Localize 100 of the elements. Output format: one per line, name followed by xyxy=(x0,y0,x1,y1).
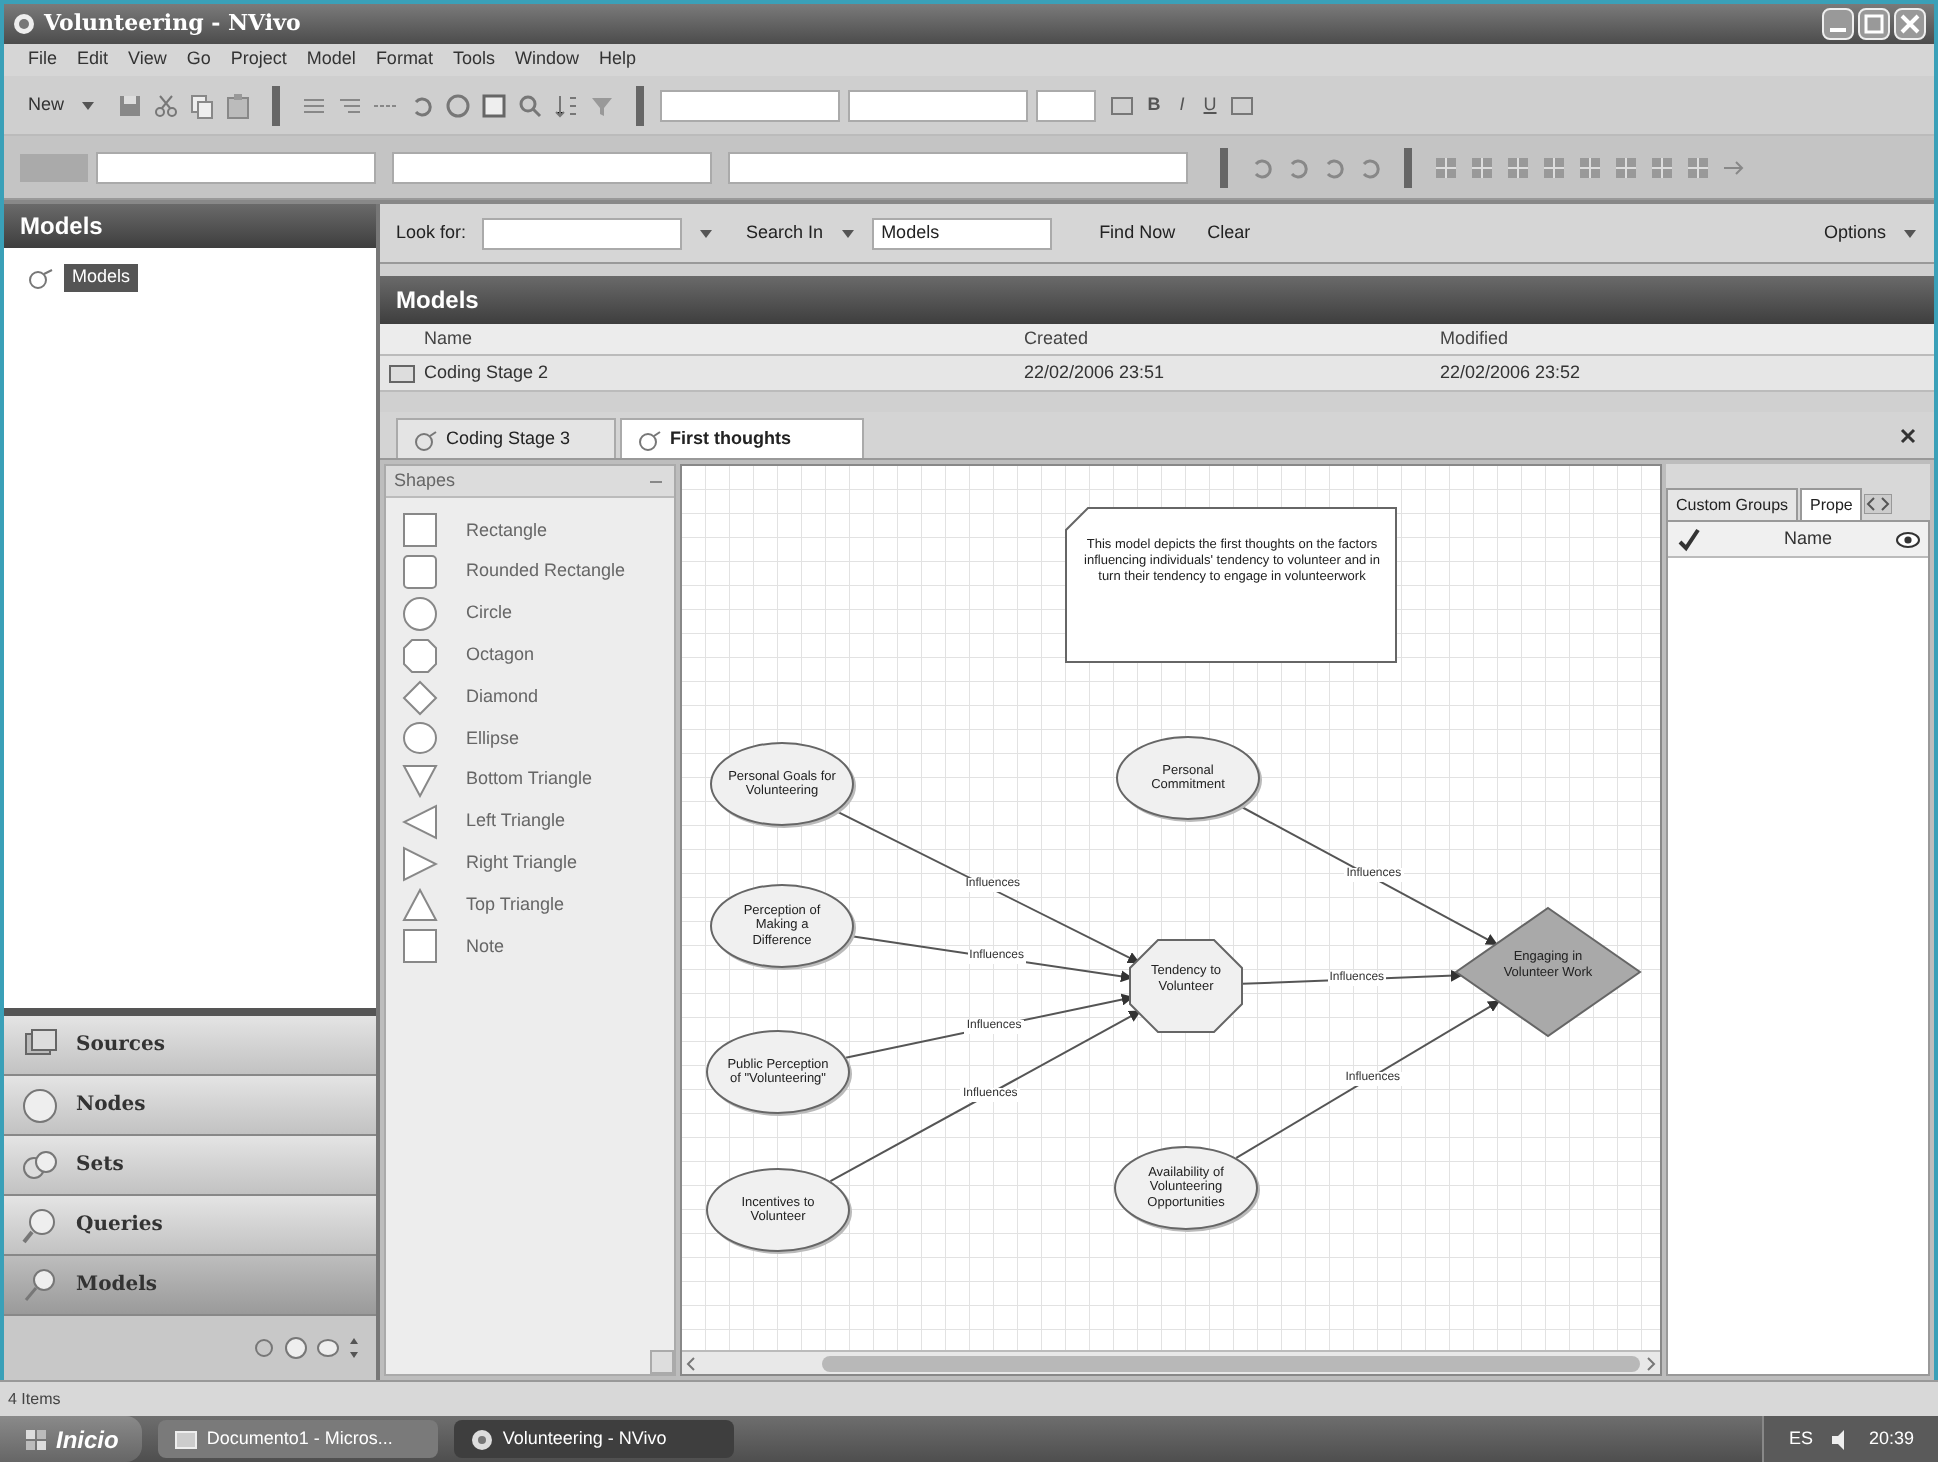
options-button[interactable]: Options xyxy=(1823,219,1886,247)
nav-button[interactable]: Models xyxy=(4,1256,376,1316)
overflow-icon[interactable] xyxy=(348,1336,360,1360)
maximize-button[interactable] xyxy=(1858,8,1890,40)
circle-icon[interactable] xyxy=(444,91,473,119)
triangle-icon[interactable] xyxy=(402,803,438,840)
grid-icon[interactable] xyxy=(1576,153,1604,181)
border-icon[interactable] xyxy=(1108,91,1137,119)
size-field[interactable] xyxy=(1036,89,1097,121)
shape-item[interactable]: Top Triangle xyxy=(466,891,565,919)
language-indicator[interactable]: ES xyxy=(1788,1425,1813,1453)
minimize-button[interactable] xyxy=(1822,8,1854,40)
dropdown-icon[interactable] xyxy=(1902,225,1918,241)
horizontal-scrollbar[interactable] xyxy=(682,1350,1660,1374)
tab-scroll-icon[interactable] xyxy=(1864,494,1893,514)
close-icon[interactable] xyxy=(1898,426,1918,446)
shape-item[interactable]: Left Triangle xyxy=(466,808,566,836)
eye-icon[interactable] xyxy=(1896,531,1920,547)
start-button[interactable]: Inicio xyxy=(0,1416,143,1462)
column-header[interactable]: Modified xyxy=(1440,325,1934,353)
nav-button[interactable]: Queries xyxy=(4,1196,376,1256)
new-button[interactable]: New xyxy=(20,91,73,119)
nav-button[interactable]: Nodes xyxy=(4,1076,376,1136)
square-icon[interactable] xyxy=(402,512,438,549)
tab[interactable]: First thoughts xyxy=(620,418,864,458)
find-now-button[interactable]: Find Now xyxy=(1099,219,1176,247)
menu-item[interactable]: Window xyxy=(514,46,579,74)
input-field[interactable] xyxy=(96,151,376,183)
style-field[interactable] xyxy=(20,153,88,181)
menu-item[interactable]: View xyxy=(128,46,167,74)
column-header[interactable]: Name xyxy=(424,325,1024,353)
note-icon[interactable] xyxy=(402,928,438,965)
font-field[interactable] xyxy=(660,89,841,121)
circle-icon[interactable] xyxy=(284,1336,308,1360)
shape-item[interactable]: Bottom Triangle xyxy=(466,766,593,794)
rounded-square-icon[interactable] xyxy=(402,554,438,591)
cut-icon[interactable] xyxy=(152,91,181,119)
search-in-button[interactable]: Search In xyxy=(746,219,824,247)
scrollbar-thumb[interactable] xyxy=(822,1355,1640,1371)
font-size-field[interactable] xyxy=(848,89,1029,121)
triangle-icon[interactable] xyxy=(402,887,438,924)
octagon-icon[interactable] xyxy=(402,637,438,674)
paste-icon[interactable] xyxy=(224,91,253,119)
grid-icon[interactable] xyxy=(1612,153,1640,181)
column-header[interactable]: Created xyxy=(1024,325,1440,353)
tree-item[interactable]: Models xyxy=(64,264,139,291)
shape-item[interactable]: Ellipse xyxy=(466,725,520,753)
grid-icon[interactable] xyxy=(1684,153,1712,181)
format-button[interactable]: B xyxy=(1140,91,1169,119)
menu-item[interactable]: Format xyxy=(375,46,433,74)
checkmark-icon[interactable] xyxy=(1676,527,1700,551)
dropdown-icon[interactable] xyxy=(839,225,856,241)
menu-item[interactable]: Edit xyxy=(77,46,109,74)
shape-item[interactable]: Right Triangle xyxy=(466,850,578,878)
circle-icon[interactable] xyxy=(402,595,438,632)
look-for-field[interactable] xyxy=(482,217,683,249)
tab[interactable]: Coding Stage 3 xyxy=(396,418,616,458)
menu-item[interactable]: Tools xyxy=(452,46,495,74)
border-icon[interactable] xyxy=(1228,91,1257,119)
grid-icon[interactable] xyxy=(1648,153,1676,181)
sort-icon[interactable] xyxy=(552,91,581,119)
grid-icon[interactable] xyxy=(1468,153,1496,181)
nav-button[interactable]: Sources xyxy=(4,1016,376,1076)
menu-item[interactable]: Help xyxy=(598,46,636,74)
caret-icon[interactable] xyxy=(80,97,97,113)
ellipse-icon[interactable] xyxy=(402,720,438,757)
ellipse-icon[interactable] xyxy=(316,1336,340,1360)
menu-item[interactable]: File xyxy=(28,46,58,74)
grid-icon[interactable] xyxy=(1432,153,1460,181)
format-button[interactable]: U xyxy=(1196,91,1225,119)
shape-item[interactable]: Circle xyxy=(466,600,513,628)
search-icon[interactable] xyxy=(516,91,545,119)
column-header[interactable]: Name xyxy=(1784,525,1833,553)
triangle-icon[interactable] xyxy=(402,845,438,882)
scroll-button[interactable] xyxy=(650,1350,674,1374)
dropdown-icon[interactable] xyxy=(698,225,715,241)
diamond-icon[interactable] xyxy=(402,679,438,716)
shape-item[interactable]: Rectangle xyxy=(466,517,548,545)
save-icon[interactable] xyxy=(116,91,145,119)
clear-button[interactable]: Clear xyxy=(1207,219,1251,247)
window-icon[interactable] xyxy=(480,91,509,119)
copy-icon[interactable] xyxy=(188,91,217,119)
nav-button[interactable]: Sets xyxy=(4,1136,376,1196)
close-button[interactable] xyxy=(1894,8,1926,40)
search-in-field[interactable]: Models xyxy=(871,217,1052,249)
input-field[interactable] xyxy=(392,151,712,183)
menu-item[interactable]: Model xyxy=(306,46,356,74)
shape-item[interactable]: Diamond xyxy=(466,683,539,711)
tab[interactable]: Custom Groups xyxy=(1666,488,1799,520)
menu-item[interactable]: Go xyxy=(186,46,211,74)
taskbar-button[interactable]: Documento1 - Micros... xyxy=(158,1420,439,1458)
shape-item[interactable]: Rounded Rectangle xyxy=(466,558,626,586)
tab[interactable]: Prope xyxy=(1800,488,1863,520)
grid-icon[interactable] xyxy=(1540,153,1568,181)
input-field[interactable] xyxy=(728,151,1188,183)
shape-item[interactable]: Octagon xyxy=(466,642,535,670)
taskbar-button[interactable]: Volunteering - NVivo xyxy=(454,1420,735,1458)
format-button[interactable]: I xyxy=(1168,91,1197,119)
shape-item[interactable]: Note xyxy=(466,933,505,961)
grid-icon[interactable] xyxy=(1504,153,1532,181)
